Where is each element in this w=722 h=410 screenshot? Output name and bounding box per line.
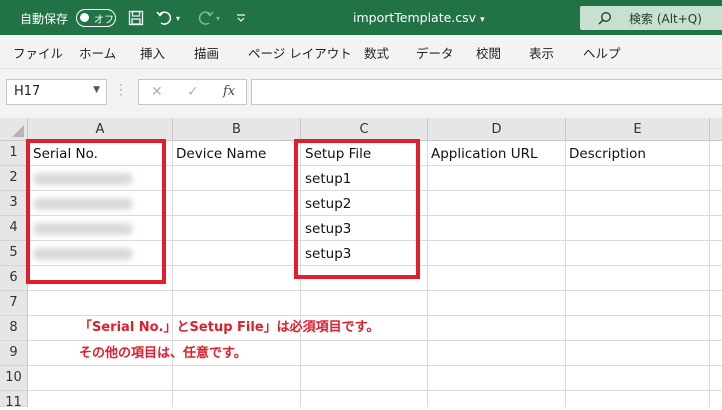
search-icon [598, 11, 612, 28]
file-name: importTemplate.csv [353, 10, 477, 25]
toggle-knob [80, 13, 89, 22]
name-box[interactable]: H17 ▼ [6, 79, 107, 105]
gridline [172, 141, 173, 407]
tab-insert[interactable]: 挿入 [140, 43, 165, 62]
search-box[interactable]: 検索 (Alt+Q) [580, 6, 722, 30]
splitter-handle[interactable]: · · · [119, 79, 123, 101]
row-header-5[interactable]: 5 [0, 241, 28, 266]
required-highlight-serial [26, 139, 166, 284]
tab-home[interactable]: ホーム [79, 43, 116, 62]
tab-file[interactable]: ファイル [13, 43, 63, 62]
gridline [709, 141, 710, 407]
search-placeholder: 検索 (Alt+Q) [629, 12, 702, 26]
undo-dropdown-icon[interactable]: ▾ [176, 8, 180, 28]
redo-icon[interactable] [196, 8, 214, 28]
column-header-d[interactable]: D [428, 118, 566, 141]
row-header-8[interactable]: 8 [0, 316, 28, 341]
autosave-label: 自動保存 [20, 12, 69, 26]
cell-d1[interactable]: Application URL [431, 146, 538, 162]
gridline [28, 365, 722, 366]
file-title[interactable]: importTemplate.csv ▾ [353, 10, 485, 25]
autosave-toggle[interactable]: オフ [76, 9, 116, 27]
gridline [28, 390, 722, 391]
row-header-10[interactable]: 10 [0, 366, 28, 391]
tab-review[interactable]: 校閲 [476, 43, 501, 62]
tab-data[interactable]: データ [416, 43, 454, 62]
column-header-f[interactable] [710, 118, 722, 141]
row-header-2[interactable]: 2 [0, 166, 28, 191]
insert-function-icon[interactable]: fx [223, 84, 235, 99]
cell-b1[interactable]: Device Name [176, 146, 266, 162]
column-header-c[interactable]: C [301, 118, 428, 141]
customize-toolbar-icon[interactable] [236, 8, 246, 28]
annotation-line-2: その他の項目は、任意です。 [79, 346, 247, 361]
enter-icon[interactable]: ✓ [187, 84, 199, 100]
tab-view[interactable]: 表示 [529, 43, 554, 62]
row-header-9[interactable]: 9 [0, 341, 28, 366]
formula-input[interactable] [251, 79, 722, 105]
column-header-a[interactable]: A [28, 118, 173, 141]
cancel-icon[interactable]: ✕ [151, 84, 163, 100]
ribbon-tabs: ファイル ホーム 挿入 描画 ページ レイアウト 数式 データ 校閲 表示 ヘル… [0, 35, 722, 69]
tab-formulas[interactable]: 数式 [364, 43, 389, 62]
row-header-3[interactable]: 3 [0, 191, 28, 216]
gridline [427, 141, 428, 407]
gridline [28, 290, 722, 291]
gridline [28, 340, 722, 341]
row-header-6[interactable]: 6 [0, 266, 28, 291]
required-highlight-setup [294, 139, 420, 279]
gridline [565, 141, 566, 407]
undo-icon[interactable] [156, 8, 174, 28]
spreadsheet-grid: A B C D E 1 2 3 4 5 6 7 8 9 10 11 Serial… [0, 118, 722, 410]
column-header-b[interactable]: B [173, 118, 301, 141]
select-all-button[interactable] [0, 118, 28, 141]
row-header-1[interactable]: 1 [0, 141, 28, 166]
redo-dropdown-icon[interactable]: ▾ [216, 8, 220, 28]
column-header-e[interactable]: E [566, 118, 710, 141]
title-bar: 自動保存 オフ ▾ ▾ importTemplate.csv ▾ 検索 (Alt+… [0, 0, 722, 35]
toggle-text: オフ [94, 15, 114, 26]
select-all-triangle [12, 125, 24, 137]
chevron-down-icon: ▾ [480, 15, 485, 25]
row-header-7[interactable]: 7 [0, 291, 28, 316]
tab-help[interactable]: ヘルプ [583, 43, 621, 62]
tab-draw[interactable]: 描画 [194, 43, 219, 62]
tab-page-layout[interactable]: ページ レイアウト [248, 43, 352, 62]
name-box-value: H17 [14, 84, 41, 99]
save-icon[interactable] [128, 8, 144, 28]
chevron-down-icon[interactable]: ▼ [93, 85, 100, 95]
annotation-line-1: 「Serial No.」とSetup File」は必須項目です。 [79, 320, 380, 335]
row-header-11[interactable]: 11 [0, 391, 28, 410]
formula-buttons: ✕ ✓ fx [138, 79, 247, 105]
row-header-4[interactable]: 4 [0, 216, 28, 241]
formula-bar: H17 ▼ · · · ✕ ✓ fx [0, 69, 722, 118]
cell-e1[interactable]: Description [569, 146, 646, 162]
